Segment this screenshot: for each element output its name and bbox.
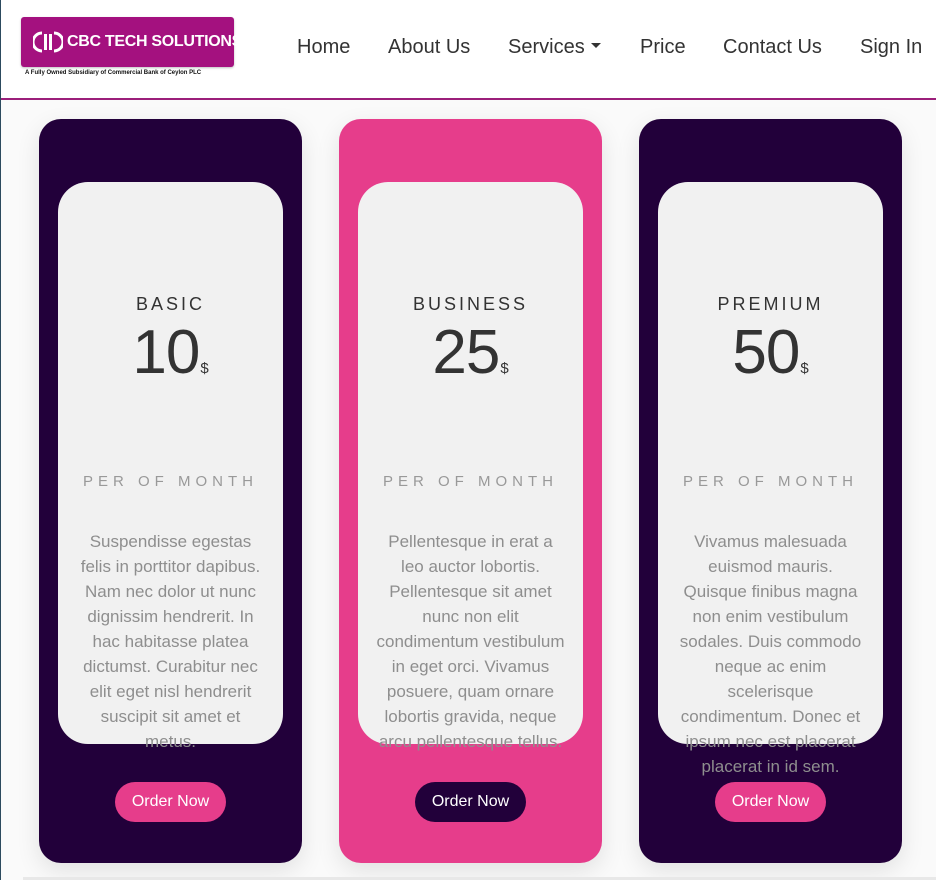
pricing-card-body: BASIC 10$ PER OF MONTH Suspendisse egest…: [58, 182, 283, 751]
pricing-card-basic: BASIC 10$ PER OF MONTH Suspendisse egest…: [39, 119, 302, 863]
nav-home[interactable]: Home: [297, 36, 350, 59]
plan-name: BASIC: [135, 294, 206, 314]
plan-description: Suspendisse egestas felis in porttitor d…: [80, 532, 261, 751]
plan-name: BUSINESS: [412, 294, 529, 314]
plan-price: 10$: [58, 322, 283, 384]
plan-description: Vivamus malesuada euismod mauris. Quisqu…: [679, 532, 862, 776]
currency-symbol: $: [800, 360, 809, 377]
nav-services-label: Services: [508, 36, 585, 58]
nav-signin[interactable]: Sign In: [860, 36, 922, 59]
pricing-card-body: BUSINESS 25$ PER OF MONTH Pellentesque i…: [358, 182, 583, 751]
plan-name: PREMIUM: [717, 294, 824, 314]
price-amount: 50: [732, 318, 800, 387]
plan-period: PER OF MONTH: [383, 473, 558, 490]
currency-symbol: $: [500, 360, 509, 377]
order-now-button[interactable]: Order Now: [415, 782, 526, 822]
order-now-button[interactable]: Order Now: [115, 782, 226, 822]
brand-tagline: A Fully Owned Subsidiary of Commercial B…: [25, 70, 202, 76]
navbar: CBC TECH SOLUTIONS A Fully Owned Subsidi…: [1, 0, 936, 100]
price-amount: 25: [432, 318, 500, 387]
pricing-card-body: PREMIUM 50$ PER OF MONTH Vivamus malesua…: [658, 182, 883, 776]
nav-services[interactable]: Services: [508, 36, 601, 59]
chevron-down-icon: [590, 43, 601, 49]
plan-price: 25$: [358, 322, 583, 384]
nav-about[interactable]: About Us: [388, 36, 470, 59]
pricing-card-premium: PREMIUM 50$ PER OF MONTH Vivamus malesua…: [639, 119, 902, 863]
plan-period: PER OF MONTH: [83, 473, 258, 490]
pricing-card-business: BUSINESS 25$ PER OF MONTH Pellentesque i…: [339, 119, 602, 863]
plan-price: 50$: [658, 322, 883, 384]
plan-description: Pellentesque in erat a leo auctor lobort…: [376, 532, 565, 751]
nav-menu: Home About Us Services Price Contact Us …: [1, 36, 936, 62]
price-amount: 10: [132, 318, 200, 387]
plan-period: PER OF MONTH: [683, 473, 858, 490]
nav-price[interactable]: Price: [640, 36, 686, 59]
currency-symbol: $: [200, 360, 209, 377]
order-now-button[interactable]: Order Now: [715, 782, 826, 822]
nav-contact[interactable]: Contact Us: [723, 36, 822, 59]
